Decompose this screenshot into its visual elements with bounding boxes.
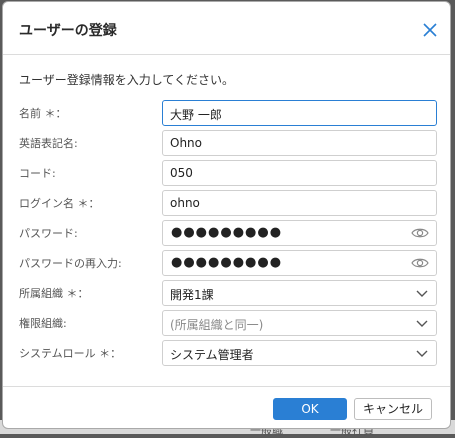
user-registration-dialog: ユーザーの登録 ユーザー登録情報を入力してください。 名前 ＊： 大野 一郎 英…	[2, 1, 451, 429]
show-password-confirm-eye-icon[interactable]	[411, 256, 429, 270]
english-name-value: Ohno	[170, 136, 202, 150]
password-input[interactable]: ●●●●●●●●●	[162, 220, 437, 246]
code-row: コード: 050	[3, 160, 450, 186]
english-name-row: 英語表記名: Ohno	[3, 130, 450, 156]
dialog-title: ユーザーの登録	[19, 23, 117, 39]
password-label: パスワード:	[19, 227, 78, 240]
organization-label: 所属組織 ＊：	[19, 287, 89, 300]
password-row: パスワード: ●●●●●●●●●	[3, 220, 450, 246]
ok-button[interactable]: OK	[273, 398, 347, 420]
permission-organization-row: 権限組織: (所属組織と同一)	[3, 310, 450, 336]
dialog-instruction: ユーザー登録情報を入力してください。	[19, 73, 235, 87]
organization-row: 所属組織 ＊： 開発1課	[3, 280, 450, 306]
login-name-input[interactable]: ohno	[162, 190, 437, 216]
code-label: コード:	[19, 167, 56, 180]
password-confirm-value: ●●●●●●●●●	[171, 255, 283, 270]
system-role-row: システムロール ＊： システム管理者	[3, 340, 450, 366]
permission-organization-select[interactable]: (所属組織と同一)	[162, 310, 437, 336]
permission-organization-placeholder: (所属組織と同一)	[170, 318, 264, 332]
organization-value: 開発1課	[170, 288, 214, 302]
chevron-down-icon	[416, 350, 428, 357]
close-icon[interactable]	[422, 22, 438, 38]
chevron-down-icon	[416, 290, 428, 297]
organization-select[interactable]: 開発1課	[162, 280, 437, 306]
system-role-value: システム管理者	[170, 348, 254, 362]
login-name-row: ログイン名 ＊： ohno	[3, 190, 450, 216]
english-name-input[interactable]: Ohno	[162, 130, 437, 156]
system-role-select[interactable]: システム管理者	[162, 340, 437, 366]
dialog-header: ユーザーの登録	[3, 2, 450, 55]
chevron-down-icon	[416, 320, 428, 327]
english-name-label: 英語表記名:	[19, 137, 78, 150]
system-role-label: システムロール ＊：	[19, 347, 122, 360]
password-confirm-input[interactable]: ●●●●●●●●●	[162, 250, 437, 276]
name-value: 大野 一郎	[170, 108, 222, 122]
code-input[interactable]: 050	[162, 160, 437, 186]
permission-organization-label: 権限組織:	[19, 317, 67, 330]
login-name-label: ログイン名 ＊：	[19, 197, 100, 210]
footer-divider	[3, 386, 450, 387]
code-value: 050	[170, 166, 193, 180]
name-row: 名前 ＊： 大野 一郎	[3, 100, 450, 126]
show-password-eye-icon[interactable]	[411, 226, 429, 240]
login-name-value: ohno	[170, 196, 200, 210]
password-value: ●●●●●●●●●	[171, 225, 283, 240]
name-input[interactable]: 大野 一郎	[162, 100, 437, 126]
password-confirm-row: パスワードの再入力: ●●●●●●●●●	[3, 250, 450, 276]
cancel-button[interactable]: キャンセル	[354, 398, 432, 420]
password-confirm-label: パスワードの再入力:	[19, 257, 122, 270]
name-label: 名前 ＊：	[19, 107, 67, 120]
